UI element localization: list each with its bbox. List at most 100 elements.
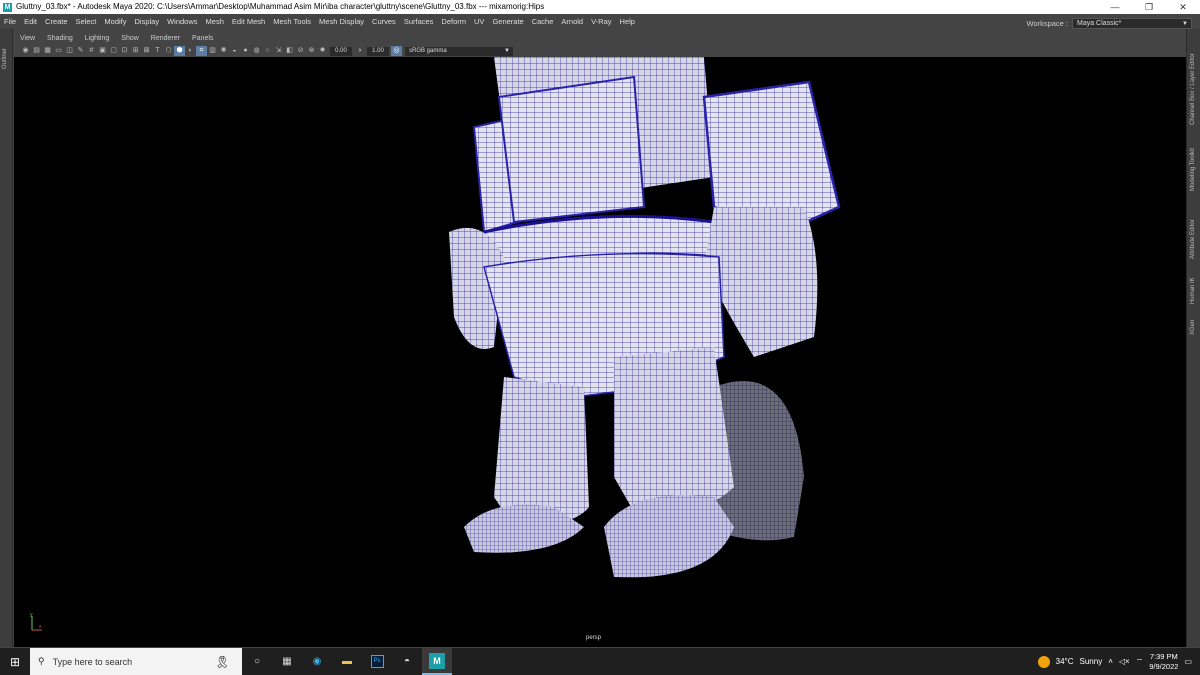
use-default-material-icon[interactable]: ◐ [185, 46, 196, 56]
smooth-shade-icon[interactable]: ⬢ [174, 46, 185, 56]
xray-components-icon[interactable]: ⊗ [306, 46, 317, 56]
shadows-icon[interactable]: ◒ [229, 46, 240, 56]
screen-space-ao-icon[interactable]: ● [240, 46, 251, 56]
select-camera-icon[interactable]: ◉ [20, 46, 31, 56]
right-panel-tabs: Channel Box / Layer Editor Modeling Tool… [1186, 29, 1200, 647]
menu-create[interactable]: Create [41, 14, 72, 29]
chest-armor-shape [497, 75, 646, 224]
photoshop-icon[interactable]: Ps [362, 648, 392, 675]
close-button[interactable]: ✕ [1166, 0, 1200, 14]
viewport-3d[interactable]: y x persp [14, 57, 1186, 647]
exposure-field[interactable]: 0.00 [330, 46, 352, 56]
color-space-value: sRGB gamma [409, 47, 447, 54]
maya-app-icon: M [3, 2, 12, 12]
network-icon[interactable]: ⌔ [1136, 657, 1144, 667]
menu-surfaces[interactable]: Surfaces [400, 14, 438, 29]
minimize-button[interactable]: — [1098, 0, 1132, 14]
panel-menu-lighting[interactable]: Lighting [79, 33, 116, 45]
resolution-gate-icon[interactable]: ▢ [108, 46, 119, 56]
widgets-icon[interactable]: ▦ [272, 648, 302, 675]
maximize-button[interactable]: ❐ [1132, 0, 1166, 14]
gamma-field[interactable]: 1.00 [367, 46, 389, 56]
menu-curves[interactable]: Curves [368, 14, 400, 29]
menu-modify[interactable]: Modify [100, 14, 130, 29]
menu-arnold[interactable]: Arnold [557, 14, 587, 29]
menu-edit-mesh[interactable]: Edit Mesh [228, 14, 269, 29]
menu-deform[interactable]: Deform [437, 14, 470, 29]
xray-icon[interactable]: ◧ [284, 46, 295, 56]
file-explorer-icon[interactable]: ▬ [332, 648, 362, 675]
use-all-lights-icon[interactable]: ✺ [218, 46, 229, 56]
motion-blur-icon[interactable]: ◍ [251, 46, 262, 56]
menu-select[interactable]: Select [72, 14, 101, 29]
maya-icon[interactable]: M [422, 648, 452, 675]
speaker-icon[interactable]: ◁× [1119, 657, 1130, 666]
tab-xgen[interactable]: XGen [1190, 320, 1196, 335]
grease-pencil-icon[interactable]: ✎ [75, 46, 86, 56]
tab-human-ik[interactable]: Human IK [1190, 277, 1196, 304]
panel-menu-renderer[interactable]: Renderer [145, 33, 186, 45]
menu-help[interactable]: Help [616, 14, 639, 29]
search-placeholder: Type here to search [52, 656, 133, 667]
gate-mask-icon[interactable]: ⊡ [119, 46, 130, 56]
menu-windows[interactable]: Windows [163, 14, 201, 29]
camera-attributes-icon[interactable]: ▤ [31, 46, 42, 56]
weather-text[interactable]: Sunny [1080, 657, 1103, 666]
2d-pan-zoom-icon[interactable]: ◫ [64, 46, 75, 56]
edge-icon[interactable]: ◉ [302, 648, 332, 675]
panel-menu-view[interactable]: View [14, 33, 41, 45]
color-space-dropdown[interactable]: sRGB gamma ▼ [405, 46, 513, 56]
weather-temp[interactable]: 34°C [1056, 657, 1074, 666]
viewport-toolbar: ◉ ▤ ▦ ▭ ◫ ✎ # ▣ ▢ ⊡ ⊞ ⊠ T ⬡ ⬢ ◐ ⌗ ▥ ✺ ◒ … [14, 45, 1186, 57]
safe-title-icon[interactable]: T [152, 46, 163, 56]
workspace-value: Maya Classic* [1077, 20, 1122, 27]
menu-vray[interactable]: V-Ray [587, 14, 615, 29]
gamma-icon[interactable]: ◑ [354, 46, 365, 56]
windows-start-icon[interactable]: ⊞ [0, 655, 30, 669]
color-management-icon[interactable]: ◎ [391, 46, 402, 56]
field-chart-icon[interactable]: ⊞ [130, 46, 141, 56]
notification-icon[interactable]: ▭ [1184, 657, 1192, 666]
taskbar-search-box[interactable]: ⚲ Type here to search 🎗 [30, 648, 242, 675]
wireframe-icon[interactable]: ⬡ [163, 46, 174, 56]
chevron-down-icon: ▼ [504, 47, 510, 54]
bookmark-icon[interactable]: ▦ [42, 46, 53, 56]
tab-attribute-editor[interactable]: Attribute Editor [1190, 219, 1196, 259]
exposure-icon[interactable]: ✹ [317, 46, 328, 56]
outliner-label[interactable]: Outliner [2, 48, 8, 69]
workspace-dropdown[interactable]: Maya Classic* ▼ [1072, 18, 1192, 29]
chevron-up-icon[interactable]: ˄ [1108, 657, 1113, 666]
anti-aliasing-icon[interactable]: ○ [262, 46, 273, 56]
menu-display[interactable]: Display [131, 14, 164, 29]
panel-menu-panels[interactable]: Panels [186, 33, 219, 45]
outliner-strip[interactable]: Outliner [0, 29, 13, 647]
menu-edit[interactable]: Edit [20, 14, 41, 29]
windows-taskbar: ⊞ ⚲ Type here to search 🎗 ○ ▦ ◉ ▬ Ps ◓ M… [0, 648, 1200, 675]
tab-modeling-toolkit[interactable]: Modeling Toolkit [1190, 148, 1196, 191]
safe-action-icon[interactable]: ⊠ [141, 46, 152, 56]
clock[interactable]: 7:39 PM 9/9/2022 [1149, 652, 1178, 672]
menu-cache[interactable]: Cache [528, 14, 558, 29]
menu-mesh[interactable]: Mesh [202, 14, 228, 29]
clock-date: 9/9/2022 [1149, 661, 1179, 671]
main-menu-bar: File Edit Create Select Modify Display W… [0, 14, 1200, 29]
xray-joints-icon[interactable]: ⊘ [295, 46, 306, 56]
search-icon: ⚲ [38, 656, 45, 666]
task-view-icon[interactable]: ○ [242, 648, 272, 675]
textured-icon[interactable]: ▥ [207, 46, 218, 56]
app-icon[interactable]: ◓ [392, 648, 422, 675]
isolate-select-icon[interactable]: ⇲ [273, 46, 284, 56]
menu-mesh-tools[interactable]: Mesh Tools [269, 14, 315, 29]
panel-menu-shading[interactable]: Shading [41, 33, 79, 45]
panel-menu-show[interactable]: Show [115, 33, 145, 45]
workspace-label: Workspace : [1026, 19, 1068, 28]
menu-file[interactable]: File [0, 14, 20, 29]
film-gate-icon[interactable]: ▣ [97, 46, 108, 56]
menu-generate[interactable]: Generate [488, 14, 527, 29]
grid-icon[interactable]: # [86, 46, 97, 56]
wireframe-on-shaded-icon[interactable]: ⌗ [196, 46, 207, 56]
menu-uv[interactable]: UV [470, 14, 488, 29]
tab-channel-box[interactable]: Channel Box / Layer Editor [1190, 53, 1196, 125]
image-plane-icon[interactable]: ▭ [53, 46, 64, 56]
menu-mesh-display[interactable]: Mesh Display [315, 14, 368, 29]
